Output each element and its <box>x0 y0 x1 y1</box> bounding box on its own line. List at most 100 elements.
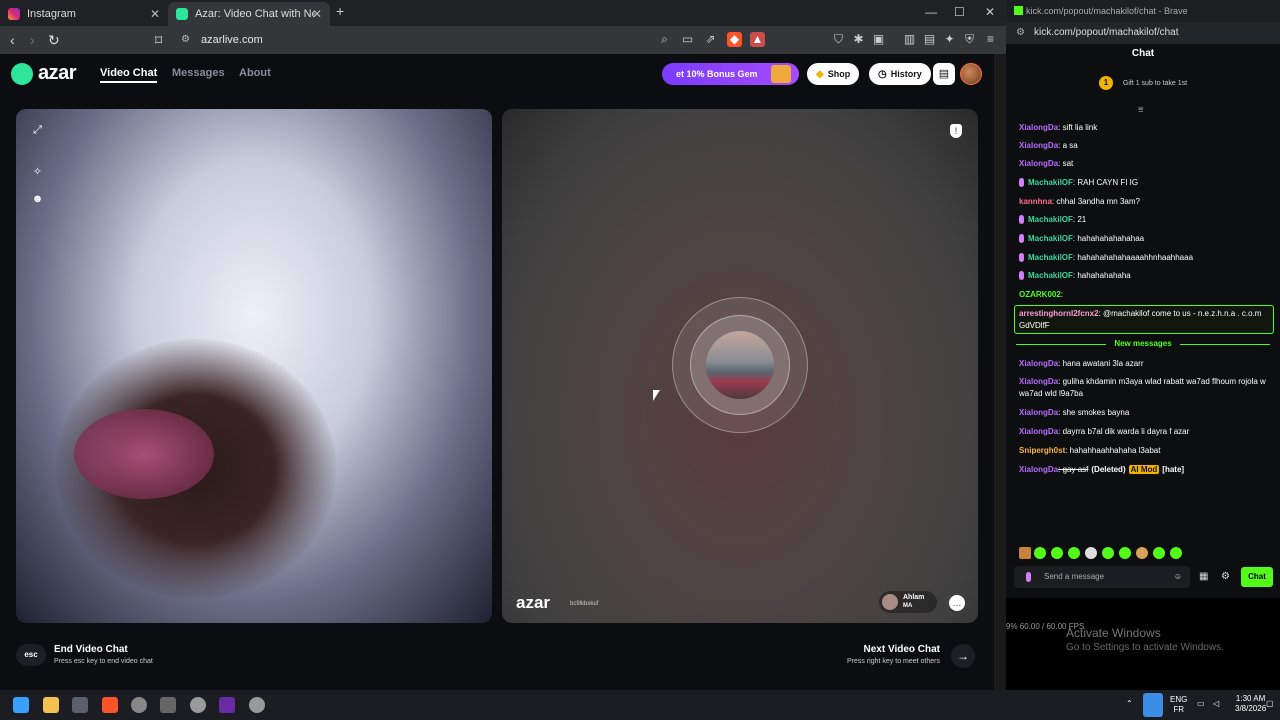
bookmark-icon[interactable]: ⌑ <box>155 32 162 49</box>
next-video-chat[interactable]: Next Video Chat Press right key to meet … <box>842 644 940 665</box>
chat-username[interactable]: Snipergh0st <box>1019 446 1065 455</box>
chat-username[interactable]: XialongDa <box>1019 141 1058 150</box>
menu-icon[interactable]: ≡ <box>983 32 998 47</box>
azar-logo-icon[interactable] <box>11 63 33 85</box>
clock[interactable]: 1:30 AM 3/8/2026 <box>1235 694 1266 714</box>
azar-logo[interactable]: azar <box>38 62 77 85</box>
file-explorer-icon[interactable] <box>43 697 59 713</box>
extension-shield-icon[interactable]: ⛉ <box>831 32 846 47</box>
send-chat-button[interactable]: Chat <box>1241 567 1273 587</box>
reload-icon[interactable]: ↻ <box>48 32 60 49</box>
face-filter-icon[interactable]: ☻ <box>31 193 44 206</box>
obs-icon[interactable] <box>131 697 147 713</box>
chat-username[interactable]: XialongDa <box>1019 427 1058 436</box>
new-messages-divider[interactable]: New messages <box>1006 339 1280 348</box>
minimize-button[interactable]: — <box>925 5 937 19</box>
emote-icon[interactable] <box>1051 547 1063 559</box>
expand-icon[interactable]: ⤢ <box>31 124 44 137</box>
logitech-icon[interactable] <box>190 697 206 713</box>
emote-icon[interactable] <box>1153 547 1165 559</box>
chat-message-input[interactable]: Send a message ☺ <box>1014 566 1190 588</box>
cast-icon[interactable]: ▭ <box>680 32 695 47</box>
tray-chevron-icon[interactable]: ⌃ <box>1126 699 1133 708</box>
tab-instagram[interactable]: Instagram ✕ <box>0 2 168 26</box>
rewards-icon[interactable]: ▲ <box>750 32 765 47</box>
emote-icon[interactable] <box>1085 547 1097 559</box>
chat-username[interactable]: MachakilOF <box>1028 215 1073 224</box>
peer-profile-chip[interactable]: Ahlam MA <box>879 591 937 613</box>
site-info-icon[interactable]: ⚙ <box>181 34 190 45</box>
chat-username[interactable]: MachakilOF <box>1028 271 1073 280</box>
maximize-button[interactable]: ☐ <box>954 5 965 19</box>
emote-icon[interactable] <box>1019 547 1031 559</box>
bonus-gem-promo[interactable]: et 10% Bonus Gem <box>662 63 799 85</box>
chat-username[interactable]: MachakilOF <box>1028 253 1073 262</box>
brave-shield-icon[interactable]: ◆ <box>727 32 742 47</box>
esc-key-button[interactable]: esc <box>16 644 46 666</box>
chat-username[interactable]: arrestinghornl2fcnx2 <box>1019 309 1099 318</box>
chat-username[interactable]: MachakilOF <box>1028 178 1073 187</box>
chat-username[interactable]: OZARK002 <box>1019 290 1061 299</box>
emote-icon[interactable] <box>1170 547 1182 559</box>
wallet-icon[interactable]: ▤ <box>922 32 937 47</box>
emote-icon[interactable] <box>1034 547 1046 559</box>
microphone-tray-icon[interactable] <box>1143 693 1163 717</box>
next-arrow-button[interactable]: → <box>951 644 975 668</box>
emote-icon[interactable] <box>1102 547 1114 559</box>
new-tab-button[interactable]: + <box>336 3 344 19</box>
shop-button[interactable]: ◆ Shop <box>807 63 860 85</box>
back-icon[interactable]: ‹ <box>10 32 15 48</box>
app-icon[interactable] <box>160 697 176 713</box>
close-window-button[interactable]: ✕ <box>985 5 995 19</box>
url-field[interactable]: ⚙ azarlive.com <box>172 29 652 51</box>
nav-video-chat[interactable]: Video Chat <box>100 67 158 83</box>
chat-username[interactable]: MachakilOF <box>1028 234 1073 243</box>
vpn-icon[interactable]: ⛨ <box>962 32 977 47</box>
page-scrollbar[interactable] <box>994 54 1006 690</box>
profile-avatar[interactable] <box>960 63 982 85</box>
language-indicator[interactable]: ENG FR <box>1170 695 1187 715</box>
screenshot-icon[interactable]: ▣ <box>871 32 886 47</box>
volume-icon[interactable]: ◁ <box>1213 699 1219 708</box>
next-app-icon[interactable] <box>219 697 235 713</box>
chat-username[interactable]: kannhna <box>1019 197 1052 206</box>
windows-start-icon[interactable] <box>13 697 29 713</box>
chat-username[interactable]: XialongDa <box>1019 377 1058 386</box>
emoji-icon[interactable]: ☺ <box>1174 566 1182 588</box>
mic-icon[interactable] <box>1026 572 1031 582</box>
settings-icon[interactable]: ⚙ <box>1221 571 1230 582</box>
inbox-button[interactable]: ▤ <box>933 63 955 85</box>
site-settings-icon[interactable]: ⚙ <box>1016 22 1025 44</box>
message-bubble-icon[interactable]: … <box>949 595 965 611</box>
brave-taskbar-icon[interactable] <box>102 697 118 713</box>
emote-icon[interactable] <box>1136 547 1148 559</box>
chat-username[interactable]: XialongDa <box>1019 465 1058 474</box>
forward-icon[interactable]: › <box>30 32 35 48</box>
emote-icon[interactable] <box>1068 547 1080 559</box>
history-button[interactable]: ◷ History <box>869 63 931 85</box>
gift-sub-banner[interactable]: 1 Gift 1 sub to take 1st <box>1006 76 1280 90</box>
report-shield-icon[interactable]: ! <box>950 124 962 138</box>
store-icon[interactable]: ▦ <box>1199 571 1208 582</box>
extensions-icon[interactable]: ✱ <box>851 32 866 47</box>
chat-username[interactable]: XialongDa <box>1019 408 1058 417</box>
network-icon[interactable]: ▭ <box>1197 699 1205 708</box>
leo-ai-icon[interactable]: ✦ <box>942 32 957 47</box>
end-video-chat[interactable]: End Video Chat Press esc key to end vide… <box>54 644 153 665</box>
chat-username[interactable]: XialongDa <box>1019 359 1058 368</box>
sidebar-icon[interactable]: ▥ <box>902 32 917 47</box>
zoom-icon[interactable]: ⌕ <box>657 32 672 47</box>
notification-icon[interactable]: ▢ <box>1266 699 1274 708</box>
close-icon[interactable]: ✕ <box>150 7 160 21</box>
nav-about[interactable]: About <box>239 67 271 79</box>
chat-username[interactable]: XialongDa <box>1019 159 1058 168</box>
share-icon[interactable]: ⇗ <box>703 32 718 47</box>
kick-address-bar[interactable]: ⚙ kick.com/popout/machakilof/chat <box>1006 22 1280 44</box>
magic-wand-icon[interactable]: ✧ <box>31 166 44 179</box>
emote-icon[interactable] <box>1119 547 1131 559</box>
nav-messages[interactable]: Messages <box>172 67 225 79</box>
logitech-icon-2[interactable] <box>249 697 265 713</box>
store-app-icon[interactable] <box>72 697 88 713</box>
close-icon[interactable]: ✕ <box>312 7 322 21</box>
pinned-toggle-icon[interactable]: ⩸ <box>1138 104 1143 115</box>
